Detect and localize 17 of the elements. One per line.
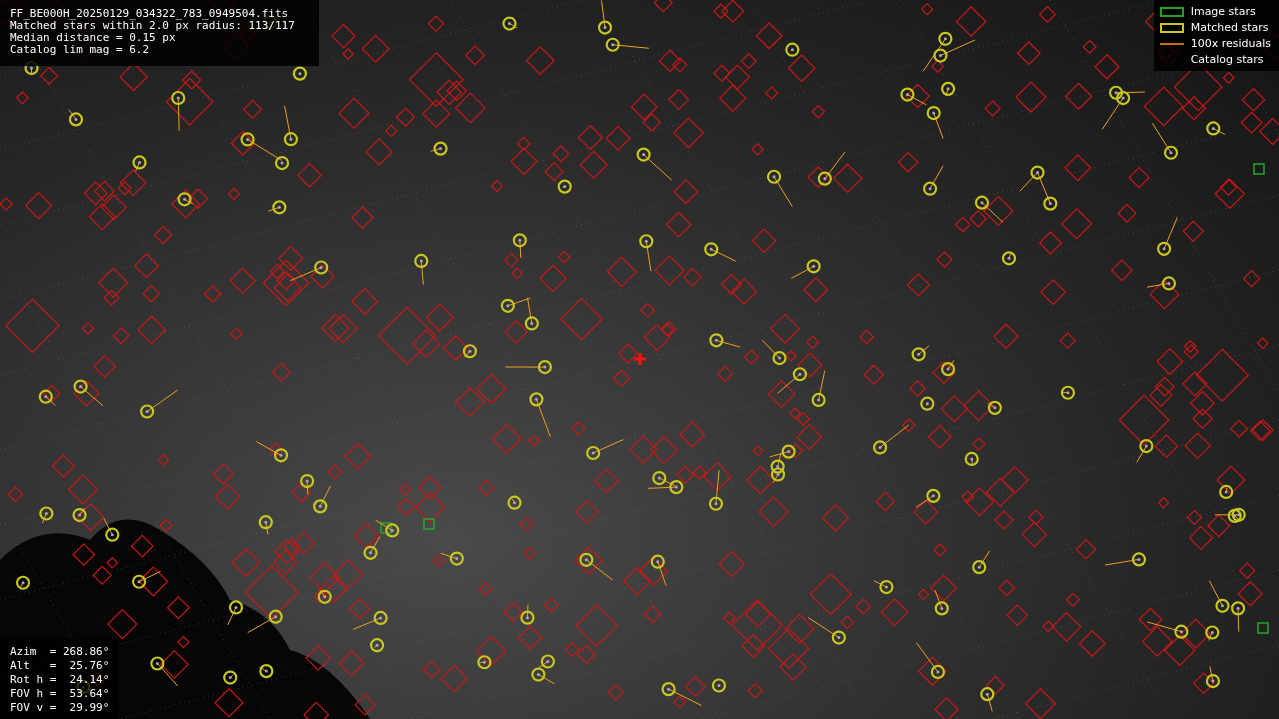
legend-label: 100x residuals — [1190, 37, 1271, 50]
pointing-text: Azim = 268.86° — [10, 645, 110, 659]
plus-icon — [634, 353, 646, 365]
info-text: Catalog lim mag = 6.2 — [10, 44, 151, 56]
matched-star-legend-icon — [1160, 22, 1185, 33]
legend-label: Catalog stars — [1190, 53, 1264, 66]
info-text: Median distance = 0.15 px — [10, 32, 177, 44]
legend-label: Image stars — [1190, 5, 1256, 18]
residual-line-icon — [1160, 42, 1185, 45]
info-text: FF_BE000H_20250129_034322_783_0949504.fits — [10, 8, 290, 20]
legend-label: Matched stars — [1190, 21, 1269, 34]
pointing-text: Rot h = 24.14° — [10, 673, 110, 687]
pointing-text: Alt = 25.76° — [10, 659, 110, 673]
pointing-text: FOV v = 29.99° — [10, 701, 110, 715]
pointing-text: FOV h = 53.64° — [10, 687, 110, 701]
image-star-legend-icon — [1160, 6, 1185, 17]
info-text: Matched stars within 2.0 px radius: 113/117 — [10, 20, 296, 32]
